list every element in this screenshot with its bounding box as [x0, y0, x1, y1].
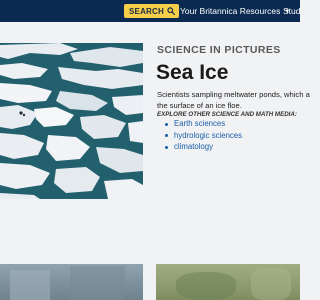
search-button[interactable]: SEARCH — [124, 4, 179, 18]
section-kicker: SCIENCE IN PICTURES — [157, 44, 281, 56]
related-links-list: Earth sciences hydrologic sciences clima… — [165, 118, 242, 153]
page-title: Sea Ice — [156, 61, 229, 84]
resources-menu-label: Your Britannica Resources — [180, 6, 281, 16]
caption-line-2: the surface of an ice floe. — [157, 100, 242, 110]
sea-ice-photo[interactable] — [0, 43, 143, 199]
next-gallery-thumbnail-left[interactable] — [0, 264, 143, 300]
top-navigation-bar: SEARCH Your Britannica Resources ▼ Stud — [0, 0, 301, 22]
study-menu[interactable]: Stud — [283, 0, 301, 22]
sea-ice-image — [0, 43, 143, 199]
next-gallery-thumbnail-right[interactable] — [156, 264, 300, 300]
link-hydrologic-sciences[interactable]: hydrologic sciences — [165, 130, 242, 142]
resources-menu[interactable]: Your Britannica Resources ▼ — [180, 0, 290, 22]
thumbnail-shape — [70, 266, 125, 300]
study-menu-label: Stud — [283, 6, 301, 16]
thumbnail-shape — [176, 272, 236, 300]
thumbnail-shape — [10, 270, 50, 300]
image-caption: Scientists sampling meltwater ponds, whi… — [157, 90, 310, 111]
link-earth-sciences[interactable]: Earth sciences — [165, 118, 242, 130]
explore-label: EXPLORE OTHER SCIENCE AND MATH MEDIA: — [157, 111, 297, 118]
link-climatology[interactable]: climatology — [165, 141, 242, 153]
caption-line-1: Scientists sampling meltwater ponds, whi… — [157, 90, 310, 99]
search-button-label: SEARCH — [129, 6, 164, 16]
thumbnail-shape — [251, 268, 291, 300]
search-icon — [167, 7, 175, 15]
